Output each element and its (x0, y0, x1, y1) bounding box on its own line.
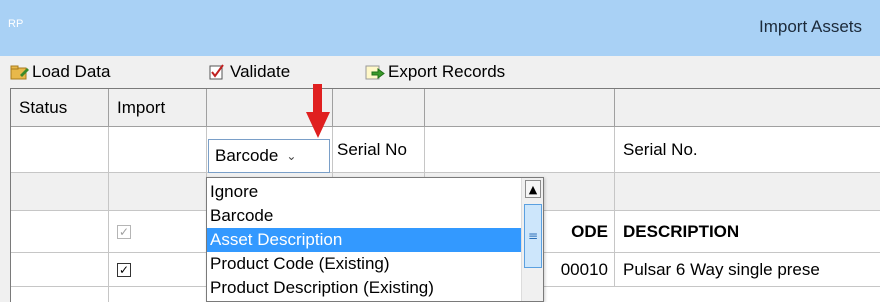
description-header-cell: DESCRIPTION (615, 211, 880, 253)
export-records-button[interactable]: Export Records (364, 60, 505, 84)
import-checkbox-disabled: ✓ (117, 224, 131, 239)
import-checkbox[interactable]: ✓ (117, 262, 131, 277)
header-col4[interactable] (333, 89, 425, 127)
load-data-label: Load Data (32, 62, 111, 81)
export-records-label: Export Records (388, 62, 506, 81)
validate-label: Validate (230, 62, 291, 81)
dropdown-option-barcode[interactable]: Barcode (207, 204, 519, 228)
table-cell (615, 173, 880, 211)
dropdown-option-product-code[interactable]: Product Code (Existing) (207, 252, 519, 276)
dropdown-option-product-description[interactable]: Product Description (Existing) (207, 276, 519, 300)
load-data-button[interactable]: Load Data (10, 60, 110, 84)
table-cell (11, 127, 109, 173)
table-cell (11, 287, 109, 302)
load-data-icon (10, 65, 29, 80)
table-cell (109, 127, 207, 173)
red-arrow-icon (306, 84, 330, 138)
table-cell (425, 127, 615, 173)
column-mapping-combo[interactable]: Barcode ⌄ (208, 139, 330, 173)
title-bar: RP Import Assets (0, 0, 880, 56)
mapping-dropdown-list[interactable]: Ignore Barcode Asset Description Product… (206, 177, 544, 302)
header-col6[interactable] (615, 89, 880, 127)
table-cell (109, 287, 207, 302)
header-import[interactable]: Import (109, 89, 207, 127)
mapping-serial-label[interactable]: Serial No. (615, 127, 880, 173)
mapping-row: Serial No Serial No. (11, 127, 880, 173)
header-row: Status Import (11, 89, 880, 127)
dropdown-scrollbar[interactable]: ▲ ≡ (521, 178, 543, 301)
toolbar: Load Data Validate Export Records (0, 56, 880, 88)
export-records-icon (365, 65, 385, 80)
table-cell (109, 173, 207, 211)
description-cell: Pulsar 6 Way single prese (615, 253, 880, 287)
serial-input[interactable]: Serial No (333, 127, 425, 173)
chevron-down-icon[interactable]: ⌄ (286, 149, 296, 163)
scroll-up-icon[interactable]: ▲ (525, 180, 541, 198)
window-title: Import Assets (759, 17, 862, 36)
table-cell (11, 211, 109, 253)
table-cell: ✓ (109, 253, 207, 287)
dropdown-option-ignore[interactable]: Ignore (207, 180, 519, 204)
header-status[interactable]: Status (11, 89, 109, 127)
table-cell (11, 173, 109, 211)
table-cell: ✓ (109, 211, 207, 253)
scroll-thumb[interactable]: ≡ (524, 204, 542, 268)
combo-value: Barcode (215, 146, 279, 165)
dropdown-option-asset-description[interactable]: Asset Description (207, 228, 521, 252)
table-cell (11, 253, 109, 287)
validate-icon (209, 64, 224, 80)
app-icon: RP (8, 18, 24, 30)
header-col5[interactable] (425, 89, 615, 127)
validate-button[interactable]: Validate (208, 60, 290, 84)
